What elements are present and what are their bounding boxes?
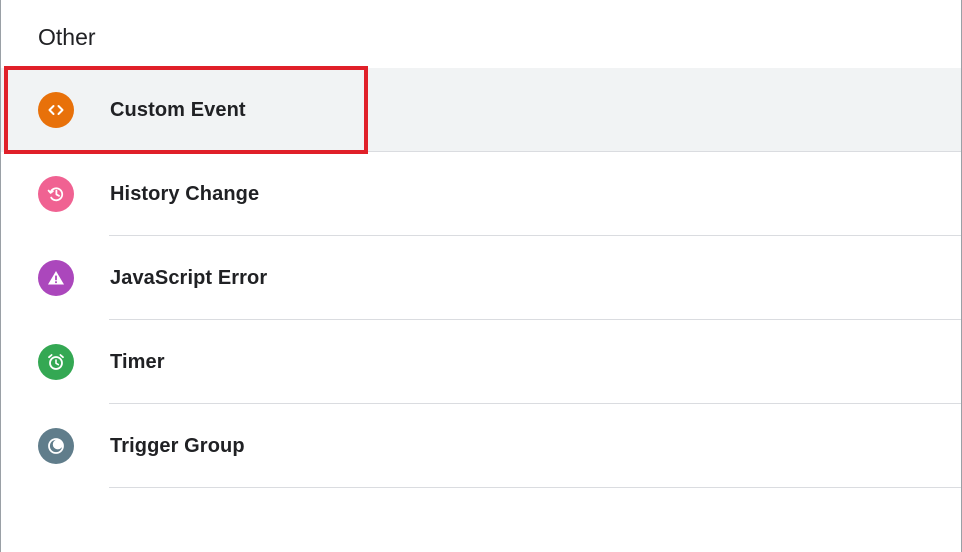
alarm-clock-icon [38, 344, 74, 380]
trigger-type-trigger-group[interactable]: Trigger Group [1, 404, 961, 488]
section-title: Other [38, 24, 96, 50]
trigger-type-custom-event[interactable]: Custom Event [1, 68, 961, 152]
history-icon [38, 176, 74, 212]
trigger-group-icon [38, 428, 74, 464]
trigger-type-timer[interactable]: Timer [1, 320, 961, 404]
divider [109, 487, 961, 488]
trigger-type-javascript-error[interactable]: JavaScript Error [1, 236, 961, 320]
trigger-type-label: Trigger Group [110, 435, 245, 457]
trigger-type-panel: Other Custom Event History Change JavaSc… [0, 0, 962, 552]
trigger-type-label: Custom Event [110, 99, 246, 121]
trigger-type-history-change[interactable]: History Change [1, 152, 961, 236]
trigger-type-label: Timer [110, 351, 165, 373]
trigger-type-label: History Change [110, 183, 260, 205]
warning-icon [38, 260, 74, 296]
code-icon [38, 92, 74, 128]
trigger-type-label: JavaScript Error [110, 267, 268, 289]
